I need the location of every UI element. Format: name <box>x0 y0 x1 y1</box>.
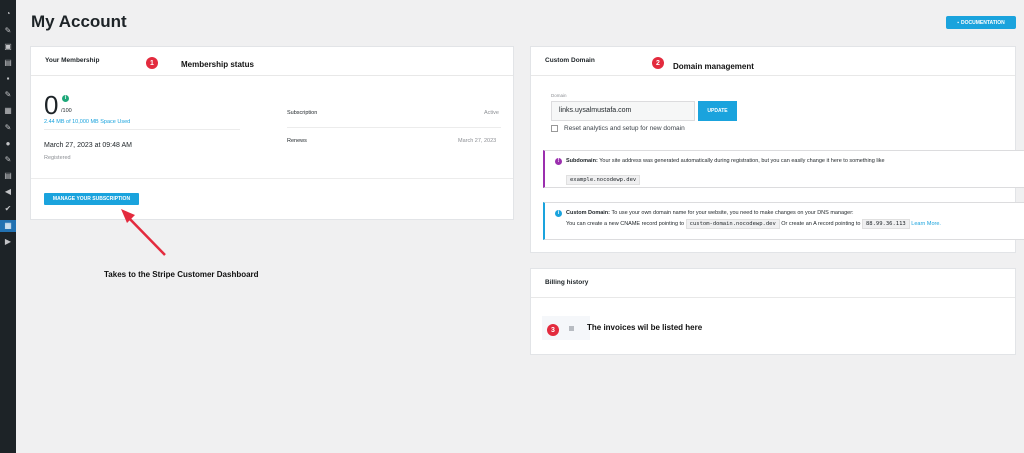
megaphone-icon[interactable]: ◀ <box>3 188 13 196</box>
divider <box>287 127 501 128</box>
cname-code: custom-domain.nocodewp.dev <box>685 219 780 229</box>
custom-domain-title: Custom Domain <box>531 47 1015 76</box>
divider <box>31 178 513 179</box>
annotation-badge-1: 1 <box>146 57 158 69</box>
learn-more-link[interactable]: Learn More. <box>911 221 941 227</box>
admin-sidebar: ◔ ✎ ▣ ▤ ▪ ✎ ▦ ✎ ● ✎ ▤ ◀ ✔ ▦ ▶ <box>0 0 16 453</box>
info-icon: ! <box>555 158 562 165</box>
renews-label: Renews <box>287 138 307 144</box>
book-icon: ▪ <box>957 19 960 26</box>
divider <box>44 129 240 130</box>
manage-subscription-button[interactable]: MANAGE YOUR SUBSCRIPTION <box>44 193 139 205</box>
check-icon[interactable]: ✔ <box>3 205 13 213</box>
annotation-arrow-icon <box>121 209 166 256</box>
custom-notice-label: Custom Domain: <box>566 210 610 216</box>
comments-icon[interactable]: ▪ <box>3 75 13 83</box>
documentation-label: DOCUMENTATION <box>961 19 1005 26</box>
subdomain-example-code: example.nocodewp.dev <box>566 175 641 185</box>
registered-label: Registered <box>44 155 71 161</box>
tools-icon[interactable]: ✎ <box>3 156 13 164</box>
dashboard-icon[interactable]: ◔ <box>3 10 13 18</box>
domain-field-label: Domain <box>551 93 567 98</box>
subdomain-notice-label: Subdomain: <box>566 158 598 164</box>
subscription-label: Subscription <box>287 110 318 116</box>
users-icon[interactable]: ● <box>3 140 13 148</box>
ip-code: 88.99.36.113 <box>862 219 910 229</box>
membership-title: Your Membership <box>31 47 513 76</box>
space-used: 2.44 MB of 10,000 MB Space Used <box>44 119 131 125</box>
domain-input[interactable]: links.uysalmustafa.com <box>551 101 695 121</box>
pages-icon[interactable]: ▤ <box>3 59 13 67</box>
subscription-value: Active <box>484 110 499 116</box>
play-icon[interactable]: ▶ <box>3 238 13 246</box>
registered-date: March 27, 2023 at 09:48 AM <box>44 142 132 149</box>
cname-text: You can create a new CNAME record pointi… <box>566 221 685 227</box>
appearance-icon[interactable]: ✎ <box>3 91 13 99</box>
annotation-label-3: The invoices wil be listed here <box>587 323 703 332</box>
custom-notice-line2: You can create a new CNAME record pointi… <box>566 219 941 229</box>
media-icon[interactable]: ▣ <box>3 43 13 51</box>
reset-analytics-checkbox[interactable] <box>551 125 558 132</box>
annotation-badge-3: 3 <box>547 324 559 336</box>
documentation-button[interactable]: ▪ DOCUMENTATION <box>946 16 1016 29</box>
a-record-text: Or create an A record pointing to <box>781 221 861 227</box>
update-button[interactable]: UPDATE <box>698 101 737 121</box>
reset-analytics-label: Reset analytics and setup for new domain <box>564 125 685 132</box>
annotation-label-1: Membership status <box>181 60 254 69</box>
usage-limit: /100 <box>61 108 72 114</box>
subdomain-text: Subdomain: Your site address was generat… <box>566 158 885 164</box>
custom-notice-line1: Custom Domain: To use your own domain na… <box>566 210 854 216</box>
page-title: My Account <box>31 12 127 31</box>
subdomain-notice-text: Your site address was generated automati… <box>599 158 885 164</box>
annotation-badge-2: 2 <box>652 57 664 69</box>
pin-icon[interactable]: ✎ <box>3 27 13 35</box>
table-icon[interactable]: ▦ <box>3 107 13 115</box>
annotation-arrow-label: Takes to the Stripe Customer Dashboard <box>104 270 259 279</box>
account-icon[interactable]: ▦ <box>0 220 16 232</box>
billing-title: Billing history <box>531 269 1015 298</box>
usage-value: 0 <box>44 90 59 120</box>
loader-square <box>569 326 574 331</box>
clipboard-icon[interactable]: ▤ <box>3 172 13 180</box>
info-icon: i <box>555 210 562 217</box>
renews-value: March 27, 2023 <box>458 138 497 144</box>
custom-notice-text: To use your own domain name for your web… <box>611 210 854 216</box>
subdomain-example: example.nocodewp.dev <box>566 168 641 186</box>
billing-card: Billing history <box>530 268 1016 355</box>
annotation-label-2: Domain management <box>673 62 754 71</box>
plugins-icon[interactable]: ✎ <box>3 124 13 132</box>
info-icon[interactable]: i <box>62 95 69 102</box>
